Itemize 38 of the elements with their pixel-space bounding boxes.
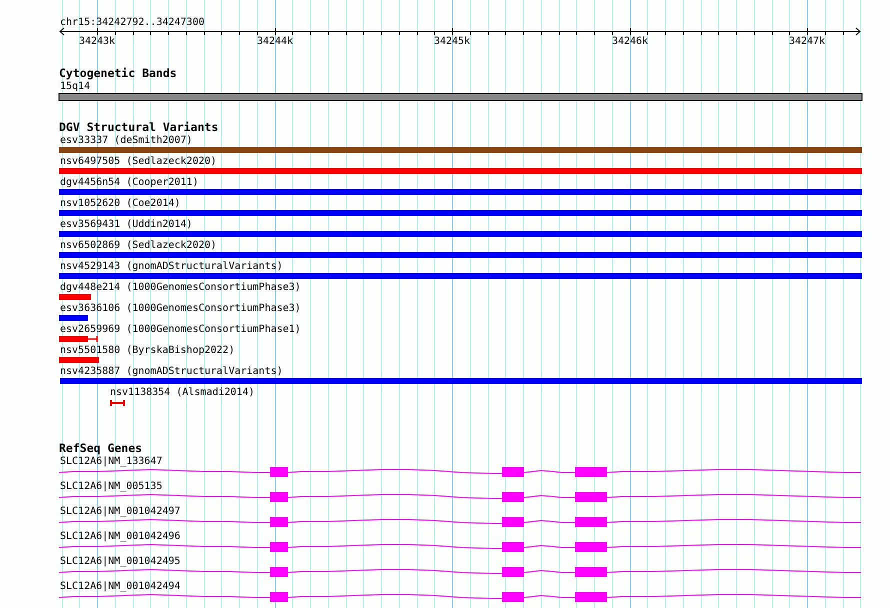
- gene-label: SLC12A6|NM_005135: [60, 481, 162, 492]
- gene-label: SLC12A6|NM_001042497: [60, 506, 180, 517]
- gene-label: SLC12A6|NM_133647: [60, 456, 162, 467]
- cytoband-bar[interactable]: [58, 93, 862, 101]
- variant-label: nsv1138354 (Alsmadi2014): [110, 387, 254, 398]
- variant-label: esv33337 (deSmith2007): [60, 135, 192, 146]
- variant-label: esv3636106 (1000GenomesConsortiumPhase3): [60, 303, 301, 314]
- tick-label: 34244k: [256, 36, 294, 47]
- variant-label: nsv1052620 (Coe2014): [60, 198, 180, 209]
- variant-label: esv2659969 (1000GenomesConsortiumPhase1): [60, 324, 301, 335]
- gene-model-drawing[interactable]: [58, 567, 862, 577]
- track-title: RefSeq Genes: [59, 441, 142, 455]
- gene-model-drawing[interactable]: [58, 467, 862, 477]
- tick-label: 34247k: [788, 36, 826, 47]
- gene-model-drawing[interactable]: [58, 542, 862, 552]
- variant-label: nsv4235887 (gnomADStructuralVariants): [60, 366, 283, 377]
- gene-model-drawing[interactable]: [58, 517, 862, 527]
- tick-label: 34245k: [434, 36, 470, 47]
- band-label: 15q14: [60, 81, 90, 92]
- track-title: Cytogenetic Bands: [59, 66, 177, 80]
- variant-label: dgv4456n54 (Cooper2011): [60, 177, 198, 188]
- tick-label: 34246k: [612, 36, 648, 47]
- variant-label: nsv6497505 (Sedlazeck2020): [60, 156, 217, 167]
- tick-label: 34243k: [78, 36, 116, 47]
- gene-label: SLC12A6|NM_001042495: [60, 556, 180, 567]
- variant-interval[interactable]: [110, 399, 125, 407]
- gene-model-drawing[interactable]: [58, 492, 862, 502]
- location-label: chr15:34242792..34247300: [60, 17, 204, 28]
- gene-label: SLC12A6|NM_001042496: [60, 531, 180, 542]
- gene-model-drawing[interactable]: [58, 592, 862, 602]
- variant-label: dgv448e214 (1000GenomesConsortiumPhase3): [60, 282, 301, 293]
- variant-label: esv3569431 (Uddin2014): [60, 219, 192, 230]
- track-title: DGV Structural Variants: [59, 120, 218, 134]
- gene-label: SLC12A6|NM_001042494: [60, 581, 180, 592]
- variant-bar[interactable]: [59, 335, 98, 343]
- variant-label: nsv5501580 (ByrskaBishop2022): [60, 345, 235, 356]
- variant-label: nsv6502869 (Sedlazeck2020): [60, 240, 217, 251]
- variant-label: nsv4529143 (gnomADStructuralVariants): [60, 261, 283, 272]
